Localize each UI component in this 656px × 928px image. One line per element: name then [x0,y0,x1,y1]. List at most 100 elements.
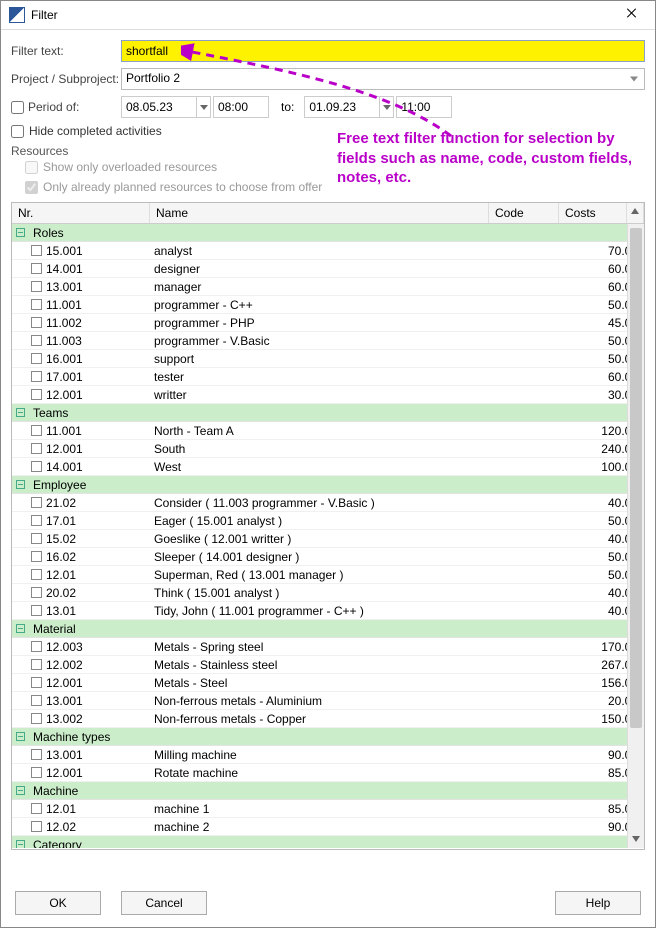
row-checkbox[interactable] [31,533,42,544]
scroll-thumb[interactable] [630,228,642,728]
row-checkbox[interactable] [31,605,42,616]
row-checkbox[interactable] [31,497,42,508]
row-name: manager [152,280,502,294]
hide-completed-label: Hide completed activities [29,124,162,138]
chevron-down-icon[interactable] [380,96,394,118]
collapse-icon[interactable] [16,228,25,237]
project-select[interactable]: Portfolio 2 [121,68,645,90]
table-row[interactable]: 11.001programmer - C++50.00 [12,296,644,314]
table-row[interactable]: 12.01machine 185.00 [12,800,644,818]
row-checkbox[interactable] [31,461,42,472]
row-checkbox[interactable] [31,443,42,454]
time-to-input[interactable] [396,96,452,118]
header-code[interactable]: Code [489,203,559,223]
row-checkbox[interactable] [31,713,42,724]
group-row[interactable]: Machine [12,782,644,800]
table-row[interactable]: 13.001manager60.00 [12,278,644,296]
table-row[interactable]: 15.02Goeslike ( 12.001 writter )40.00 [12,530,644,548]
row-nr: 15.02 [46,532,152,546]
scroll-down-icon[interactable] [630,832,642,846]
table-row[interactable]: 13.002Non-ferrous metals - Copper150.00 [12,710,644,728]
close-icon[interactable] [623,7,647,23]
project-select-value: Portfolio 2 [126,71,180,85]
table-row[interactable]: 12.001Metals - Steel156.00 [12,674,644,692]
row-checkbox[interactable] [31,515,42,526]
table-row[interactable]: 12.001Rotate machine85.00 [12,764,644,782]
group-row[interactable]: Machine types [12,728,644,746]
row-checkbox[interactable] [31,281,42,292]
row-checkbox[interactable] [31,803,42,814]
period-checkbox[interactable] [11,101,24,114]
header-nr[interactable]: Nr. [12,203,150,223]
group-row[interactable]: Employee [12,476,644,494]
table-row[interactable]: 20.02Think ( 15.001 analyst )40.00 [12,584,644,602]
row-checkbox[interactable] [31,749,42,760]
row-checkbox[interactable] [31,371,42,382]
table-row[interactable]: 21.02Consider ( 11.003 programmer - V.Ba… [12,494,644,512]
date-to-input[interactable] [304,96,380,118]
collapse-icon[interactable] [16,786,25,795]
row-checkbox[interactable] [31,317,42,328]
table-row[interactable]: 12.02machine 290.00 [12,818,644,836]
group-row[interactable]: Material [12,620,644,638]
row-nr: 14.001 [46,460,152,474]
scroll-up-icon[interactable] [627,203,644,223]
date-from-input[interactable] [121,96,197,118]
table-row[interactable]: 12.002Metals - Stainless steel267.00 [12,656,644,674]
scrollbar[interactable] [627,224,644,848]
filter-text-input[interactable] [121,40,645,62]
table-row[interactable]: 11.001North - Team A120.00 [12,422,644,440]
row-checkbox[interactable] [31,245,42,256]
chevron-down-icon[interactable] [197,96,211,118]
table-row[interactable]: 12.001writter30.00 [12,386,644,404]
collapse-icon[interactable] [16,732,25,741]
row-checkbox[interactable] [31,551,42,562]
row-checkbox[interactable] [31,677,42,688]
row-checkbox[interactable] [31,335,42,346]
row-checkbox[interactable] [31,767,42,778]
group-row[interactable]: Teams [12,404,644,422]
group-row[interactable]: Category [12,836,644,848]
row-checkbox[interactable] [31,641,42,652]
table-row[interactable]: 15.001analyst70.00 [12,242,644,260]
collapse-icon[interactable] [16,408,25,417]
row-nr: 20.02 [46,586,152,600]
table-row[interactable]: 13.01Tidy, John ( 11.001 programmer - C+… [12,602,644,620]
collapse-icon[interactable] [16,624,25,633]
table-row[interactable]: 17.01Eager ( 15.001 analyst )50.00 [12,512,644,530]
table-row[interactable]: 13.001Milling machine90.00 [12,746,644,764]
table-row[interactable]: 14.001designer60.00 [12,260,644,278]
table-row[interactable]: 14.001West100.00 [12,458,644,476]
table-row[interactable]: 16.001support50.00 [12,350,644,368]
help-button[interactable]: Help [555,891,641,915]
table-row[interactable]: 11.003programmer - V.Basic50.00 [12,332,644,350]
row-checkbox[interactable] [31,569,42,580]
table-row[interactable]: 11.002programmer - PHP45.00 [12,314,644,332]
row-nr: 17.01 [46,514,152,528]
group-row[interactable]: Roles [12,224,644,242]
header-name[interactable]: Name [150,203,489,223]
row-checkbox[interactable] [31,389,42,400]
row-checkbox[interactable] [31,587,42,598]
row-checkbox[interactable] [31,659,42,670]
row-checkbox[interactable] [31,425,42,436]
hide-completed-checkbox[interactable] [11,125,24,138]
row-nr: 21.02 [46,496,152,510]
table-row[interactable]: 12.001South240.00 [12,440,644,458]
header-costs[interactable]: Costs [559,203,627,223]
row-checkbox[interactable] [31,299,42,310]
collapse-icon[interactable] [16,840,25,848]
row-checkbox[interactable] [31,695,42,706]
table-row[interactable]: 12.01Superman, Red ( 13.001 manager )50.… [12,566,644,584]
row-checkbox[interactable] [31,821,42,832]
table-row[interactable]: 12.003Metals - Spring steel170.00 [12,638,644,656]
ok-button[interactable]: OK [15,891,101,915]
row-checkbox[interactable] [31,263,42,274]
time-from-input[interactable] [213,96,269,118]
row-checkbox[interactable] [31,353,42,364]
cancel-button[interactable]: Cancel [121,891,207,915]
table-row[interactable]: 13.001Non-ferrous metals - Aluminium20.0… [12,692,644,710]
collapse-icon[interactable] [16,480,25,489]
table-row[interactable]: 16.02Sleeper ( 14.001 designer )50.00 [12,548,644,566]
table-row[interactable]: 17.001tester60.00 [12,368,644,386]
